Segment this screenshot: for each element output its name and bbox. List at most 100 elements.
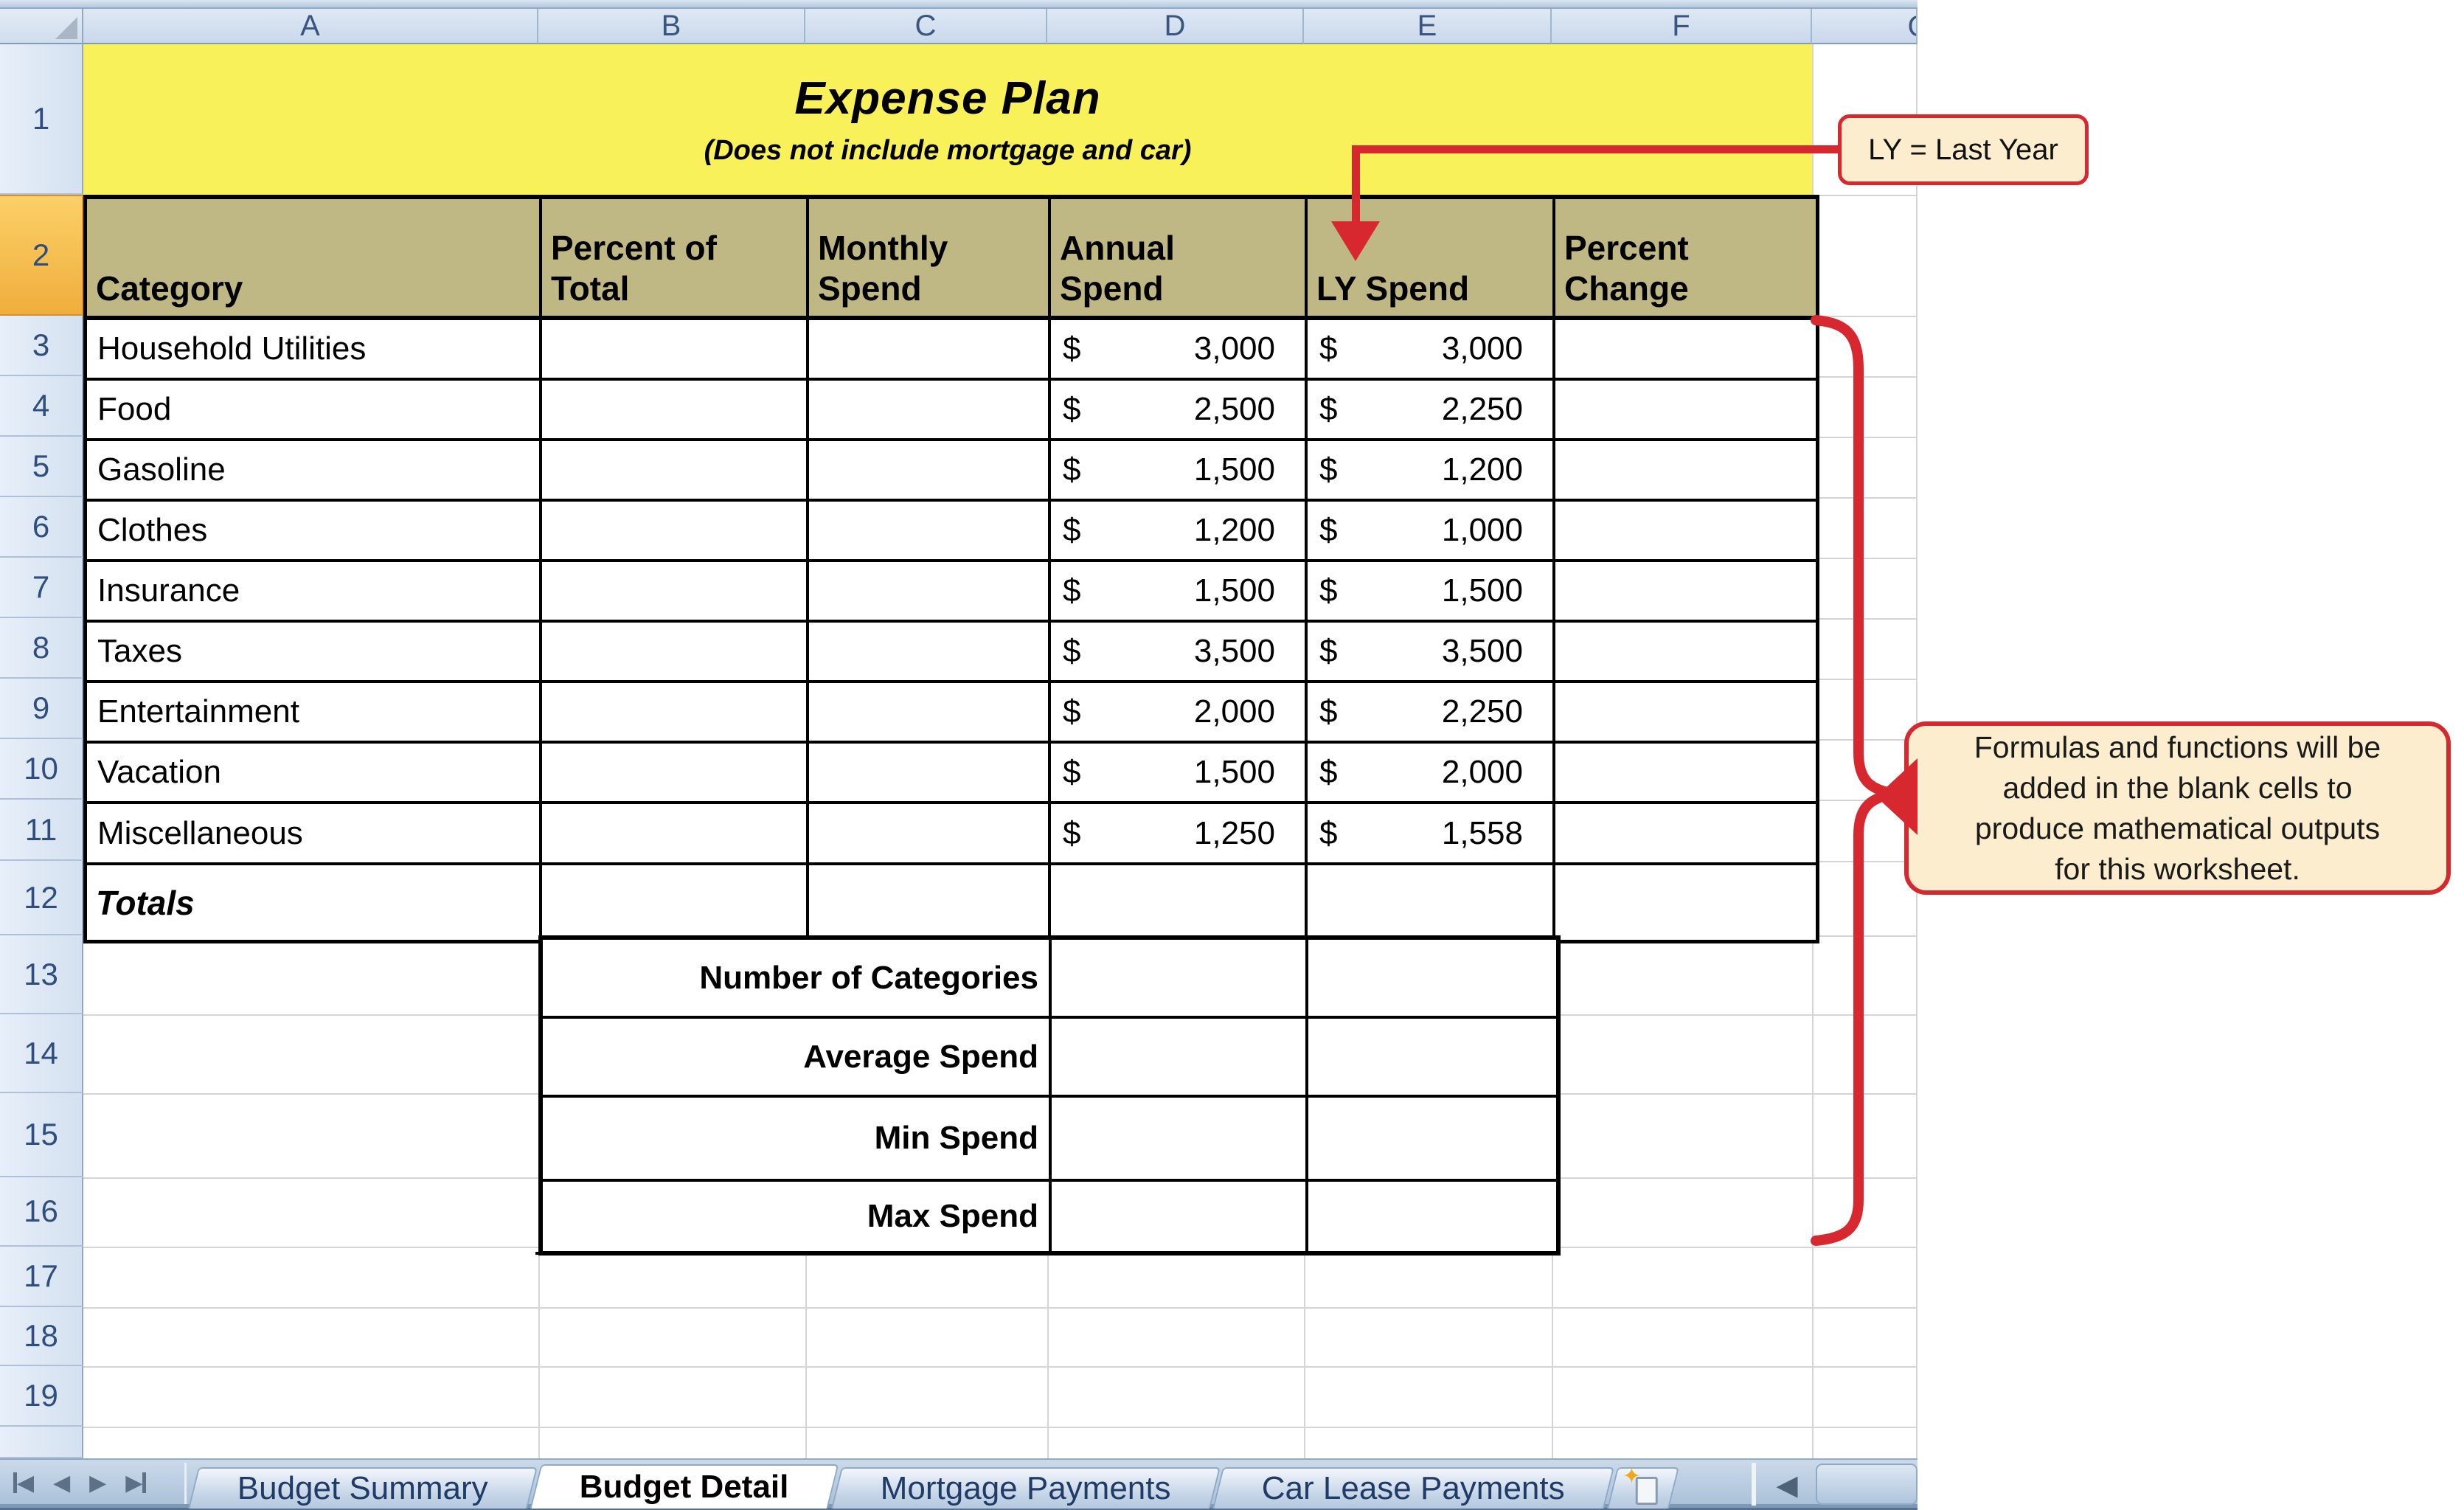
row-header-16[interactable]: 16 [0,1177,83,1247]
header-monthly-spend[interactable]: MonthlySpend [809,199,1051,320]
empty-cell[interactable] [1555,562,1816,623]
row-header-6[interactable]: 6 [0,497,83,558]
ly-spend-cell[interactable]: $1,200 [1308,441,1555,502]
summary-label-cell[interactable]: Average Spend [543,1019,1052,1098]
category-cell[interactable]: Clothes [87,502,542,562]
header-percent-change[interactable]: PercentChange [1555,199,1816,320]
annual-spend-cell[interactable]: $1,250 [1051,804,1308,865]
annual-spend-cell[interactable]: $1,500 [1051,744,1308,804]
last-sheet-button[interactable]: ▶ [125,1470,146,1496]
empty-cell[interactable] [1308,865,1555,940]
empty-cell[interactable] [542,744,809,804]
category-cell[interactable]: Gasoline [87,441,542,502]
row-header-10[interactable]: 10 [0,739,83,800]
summary-value-cell[interactable] [1308,1019,1556,1098]
header-category[interactable]: Category [87,199,542,320]
row-header-4[interactable]: 4 [0,376,83,437]
empty-cell[interactable] [542,683,809,744]
insert-worksheet-tab[interactable]: ✦ [1607,1467,1679,1509]
category-cell[interactable]: Entertainment [87,683,542,744]
column-header-a[interactable]: A [83,9,538,44]
annual-spend-cell[interactable]: $3,500 [1051,623,1308,683]
next-sheet-button[interactable]: ▶ [89,1470,106,1496]
row-header-9[interactable]: 9 [0,679,83,739]
hscroll-thumb[interactable] [1816,1464,1918,1505]
empty-cell[interactable] [809,804,1051,865]
first-sheet-button[interactable]: ◀ [13,1470,34,1496]
header-annual-spend[interactable]: AnnualSpend [1051,199,1308,320]
row-header-8[interactable]: 8 [0,618,83,679]
empty-cell[interactable] [1555,623,1816,683]
row-header-15[interactable]: 15 [0,1093,83,1177]
empty-cell[interactable] [809,320,1051,381]
empty-cell[interactable] [1555,381,1816,441]
column-header-g[interactable]: G [1812,9,1918,44]
ly-spend-cell[interactable]: $1,558 [1308,804,1555,865]
category-cell[interactable]: Household Utilities [87,320,542,381]
row-header-3[interactable]: 3 [0,316,83,376]
empty-cell[interactable] [809,865,1051,940]
header-percent-of-total[interactable]: Percent ofTotal [542,199,809,320]
row-header-17[interactable]: 17 [0,1247,83,1307]
empty-cell[interactable] [809,502,1051,562]
category-cell[interactable]: Miscellaneous [87,804,542,865]
annual-spend-cell[interactable]: $3,000 [1051,320,1308,381]
empty-cell[interactable] [809,744,1051,804]
merged-title-cell[interactable]: Expense Plan (Does not include mortgage … [83,44,1812,195]
empty-cell[interactable] [542,804,809,865]
empty-cell[interactable] [542,441,809,502]
category-cell[interactable]: Vacation [87,744,542,804]
empty-cell[interactable] [1555,320,1816,381]
empty-cell[interactable] [542,865,809,940]
row-header-1[interactable]: 1 [0,44,83,195]
previous-sheet-button[interactable]: ◀ [53,1470,70,1496]
column-header-d[interactable]: D [1047,9,1304,44]
empty-cell[interactable] [542,623,809,683]
column-header-f[interactable]: F [1552,9,1812,44]
summary-value-cell[interactable] [1308,940,1556,1019]
empty-cell[interactable] [809,683,1051,744]
category-cell[interactable]: Insurance [87,562,542,623]
column-header-c[interactable]: C [805,9,1047,44]
row-header-11[interactable]: 11 [0,800,83,861]
annual-spend-cell[interactable]: $1,500 [1051,562,1308,623]
row-header-13[interactable]: 13 [0,935,83,1014]
tab-mortgage-payments[interactable]: Mortgage Payments [831,1467,1221,1509]
hscroll-left-button[interactable]: ◀ [1764,1464,1810,1506]
row-header-partial[interactable] [0,1427,83,1458]
empty-cell[interactable] [1555,865,1816,940]
annual-spend-cell[interactable]: $1,200 [1051,502,1308,562]
category-cell[interactable]: Food [87,381,542,441]
empty-cell[interactable] [1555,441,1816,502]
tab-budget-summary[interactable]: Budget Summary [188,1467,538,1509]
annual-spend-cell[interactable]: $2,000 [1051,683,1308,744]
summary-value-cell[interactable] [1052,940,1308,1019]
summary-value-cell[interactable] [1052,1182,1308,1251]
column-header-e[interactable]: E [1304,9,1552,44]
ly-spend-cell[interactable]: $1,500 [1308,562,1555,623]
summary-label-cell[interactable]: Number of Categories [543,940,1052,1019]
tab-car-lease-payments[interactable]: Car Lease Payments [1212,1467,1614,1509]
summary-label-cell[interactable]: Min Spend [543,1098,1052,1182]
empty-cell[interactable] [542,320,809,381]
row-header-12[interactable]: 12 [0,861,83,935]
empty-cell[interactable] [1555,683,1816,744]
summary-value-cell[interactable] [1052,1098,1308,1182]
empty-cell[interactable] [1555,804,1816,865]
ly-spend-cell[interactable]: $2,250 [1308,683,1555,744]
empty-cell[interactable] [542,502,809,562]
tab-budget-detail[interactable]: Budget Detail [530,1464,839,1509]
column-header-b[interactable]: B [538,9,805,44]
annual-spend-cell[interactable]: $1,500 [1051,441,1308,502]
empty-cell[interactable] [1555,744,1816,804]
row-header-5[interactable]: 5 [0,437,83,497]
annual-spend-cell[interactable]: $2,500 [1051,381,1308,441]
select-all-cell[interactable] [0,9,83,44]
totals-cell[interactable]: Totals [87,865,542,940]
row-header-14[interactable]: 14 [0,1014,83,1093]
empty-cell[interactable] [809,623,1051,683]
ly-spend-cell[interactable]: $3,000 [1308,320,1555,381]
empty-cell[interactable] [1555,502,1816,562]
empty-cell[interactable] [1051,865,1308,940]
ly-spend-cell[interactable]: $2,000 [1308,744,1555,804]
